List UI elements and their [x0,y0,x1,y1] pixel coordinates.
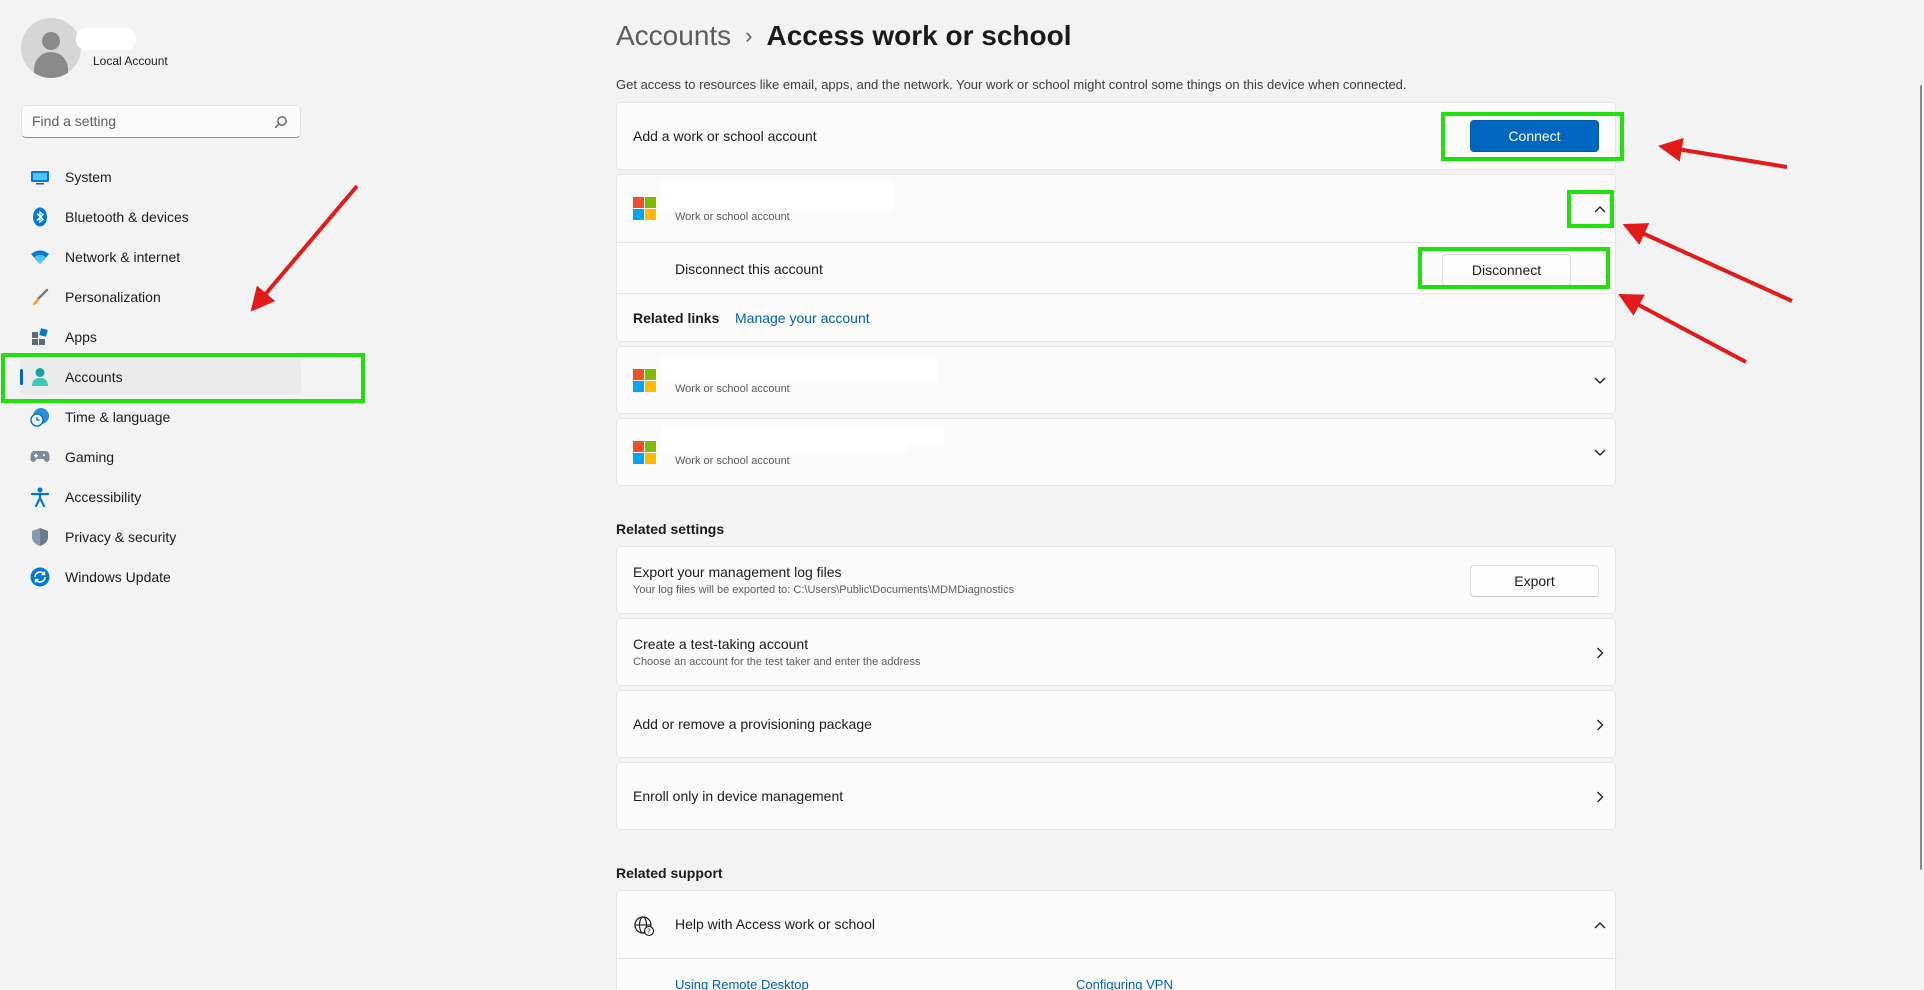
arrow-to-connect [1658,137,1788,169]
scrollbar[interactable] [1920,85,1922,870]
arrow-to-disconnect [1618,293,1747,364]
annotation-arrows [250,137,1793,364]
arrow-to-chevron [1622,223,1793,303]
arrow-to-accounts [250,184,359,312]
